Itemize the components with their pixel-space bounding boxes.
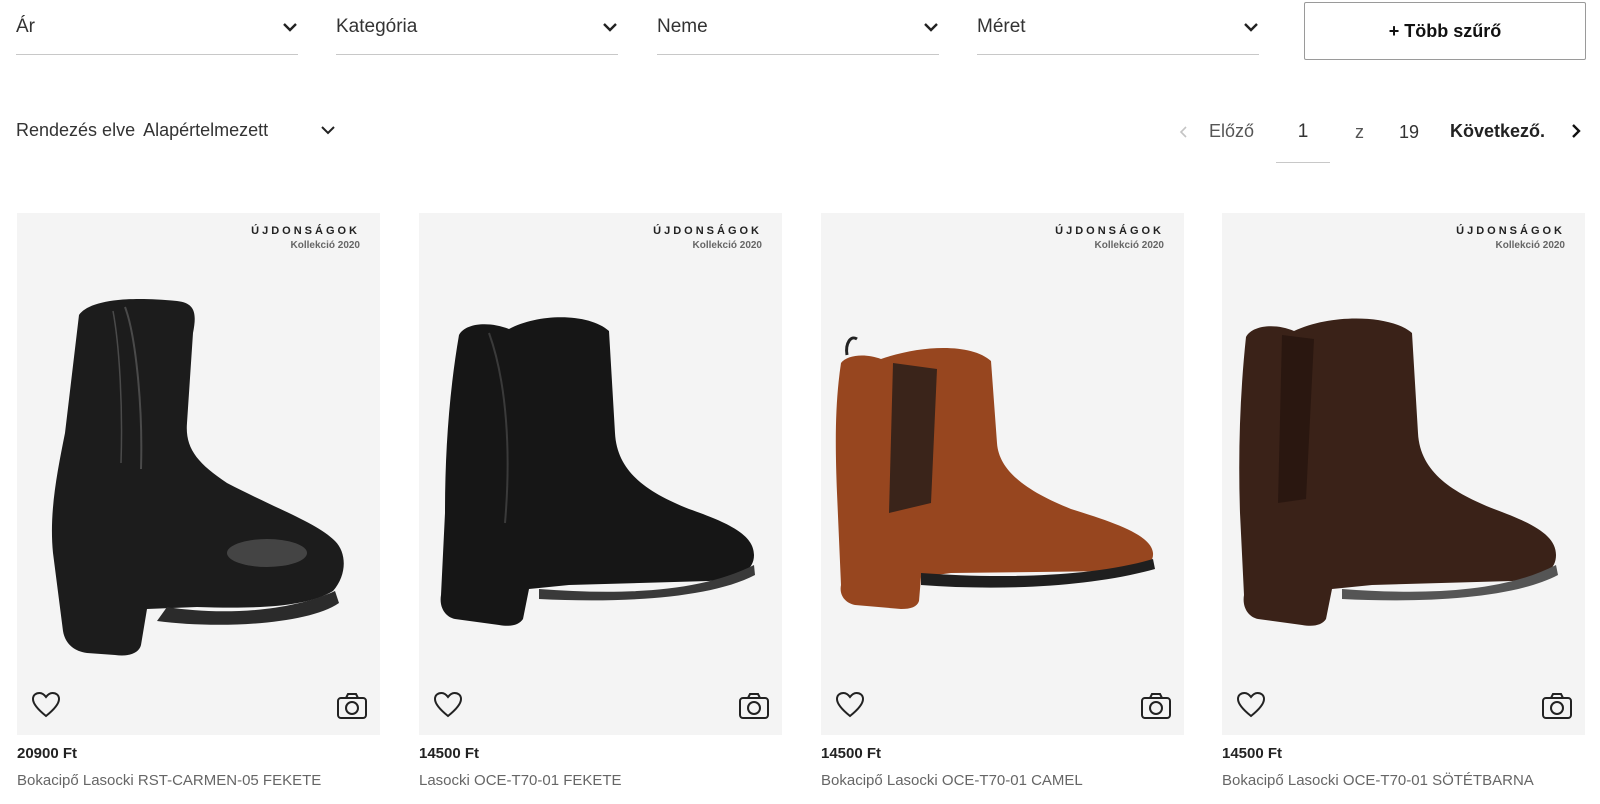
product-price: 20900 Ft (17, 745, 78, 762)
product-card[interactable]: ÚJDONSÁGOK Kollekció 2020 14500 Ft Lasoc… (419, 213, 782, 793)
product-image[interactable]: ÚJDONSÁGOK Kollekció 2020 (1222, 213, 1585, 735)
chevron-down-icon (1244, 23, 1258, 32)
boot-image (1239, 318, 1558, 626)
badge-title: ÚJDONSÁGOK (1456, 225, 1565, 237)
price-filter-label: Ár (16, 16, 35, 37)
new-collection-badge: ÚJDONSÁGOK Kollekció 2020 (1456, 225, 1565, 251)
previous-page-link[interactable]: Előző (1209, 121, 1254, 142)
next-page-link[interactable]: Következő. (1450, 121, 1545, 142)
pagination: Előző 1 z 19 Következő. (1170, 112, 1590, 164)
size-filter-label: Méret (977, 16, 1026, 37)
gender-filter-label: Neme (657, 16, 708, 37)
chevron-down-icon (924, 23, 938, 32)
sort-select[interactable]: Alapértelmezett (143, 120, 336, 141)
product-card[interactable]: ÚJDONSÁGOK Kollekció 2020 14500 Ft Bokac… (1222, 213, 1585, 793)
new-collection-badge: ÚJDONSÁGOK Kollekció 2020 (1055, 225, 1164, 251)
badge-title: ÚJDONSÁGOK (251, 225, 360, 237)
category-filter-dropdown[interactable]: Kategória (336, 0, 618, 55)
boot-image (440, 317, 755, 626)
chevron-down-icon (283, 23, 297, 32)
product-name[interactable]: Lasocki OCE-T70-01 FEKETE (419, 772, 782, 789)
boot-image (51, 298, 344, 656)
price-filter-dropdown[interactable]: Ár (16, 0, 298, 55)
product-image[interactable]: ÚJDONSÁGOK Kollekció 2020 (419, 213, 782, 735)
product-price: 14500 Ft (1222, 745, 1283, 762)
size-filter-dropdown[interactable]: Méret (977, 0, 1259, 55)
boot-body (440, 317, 754, 626)
product-price: 14500 Ft (821, 745, 882, 762)
chevron-left-icon[interactable] (1178, 126, 1190, 138)
new-collection-badge: ÚJDONSÁGOK Kollekció 2020 (653, 225, 762, 251)
sort-label: Rendezés elve (16, 119, 136, 140)
heart-icon[interactable] (433, 691, 463, 719)
gender-filter-dropdown[interactable]: Neme (657, 0, 939, 55)
heart-icon[interactable] (1236, 691, 1266, 719)
filter-bar: Ár Kategória Neme Méret + Több szűrő (0, 0, 1600, 60)
badge-subtitle: Kollekció 2020 (692, 240, 762, 251)
product-name[interactable]: Bokacipő Lasocki OCE-T70-01 SÖTÉTBARNA (1222, 772, 1585, 789)
product-card[interactable]: ÚJDONSÁGOK Kollekció 2020 14500 Ft Bokac… (821, 213, 1184, 793)
camera-icon[interactable] (1140, 691, 1172, 721)
badge-subtitle: Kollekció 2020 (1094, 240, 1164, 251)
boot-body (51, 298, 344, 656)
sort-control: Rendezés elve Alapértelmezett (16, 115, 336, 145)
camera-icon[interactable] (336, 691, 368, 721)
badge-subtitle: Kollekció 2020 (1495, 240, 1565, 251)
chevron-down-icon (321, 126, 335, 135)
more-filters-button[interactable]: + Több szűrő (1304, 2, 1586, 60)
camera-icon[interactable] (738, 691, 770, 721)
boot-image (835, 336, 1155, 609)
camera-icon[interactable] (1541, 691, 1573, 721)
category-filter-label: Kategória (336, 16, 418, 37)
total-pages: 19 (1399, 122, 1420, 142)
product-name[interactable]: Bokacipő Lasocki OCE-T70-01 CAMEL (821, 772, 1184, 789)
product-card[interactable]: ÚJDONSÁGOK Kollekció 2020 20900 Ft Bokac… (17, 213, 380, 793)
badge-subtitle: Kollekció 2020 (290, 240, 360, 251)
heart-icon[interactable] (835, 691, 865, 719)
badge-title: ÚJDONSÁGOK (1055, 225, 1164, 237)
heart-icon[interactable] (31, 691, 61, 719)
chevron-right-icon[interactable] (1569, 124, 1583, 138)
product-price: 14500 Ft (419, 745, 480, 762)
current-page-input[interactable]: 1 (1276, 112, 1330, 163)
product-name[interactable]: Bokacipő Lasocki RST-CARMEN-05 FEKETE (17, 772, 380, 789)
product-image[interactable]: ÚJDONSÁGOK Kollekció 2020 (821, 213, 1184, 735)
product-image[interactable]: ÚJDONSÁGOK Kollekció 2020 (17, 213, 380, 735)
new-collection-badge: ÚJDONSÁGOK Kollekció 2020 (251, 225, 360, 251)
chevron-down-icon (603, 23, 617, 32)
sort-value: Alapértelmezett (143, 119, 269, 140)
page-of-label: z (1355, 122, 1364, 142)
badge-title: ÚJDONSÁGOK (653, 225, 762, 237)
